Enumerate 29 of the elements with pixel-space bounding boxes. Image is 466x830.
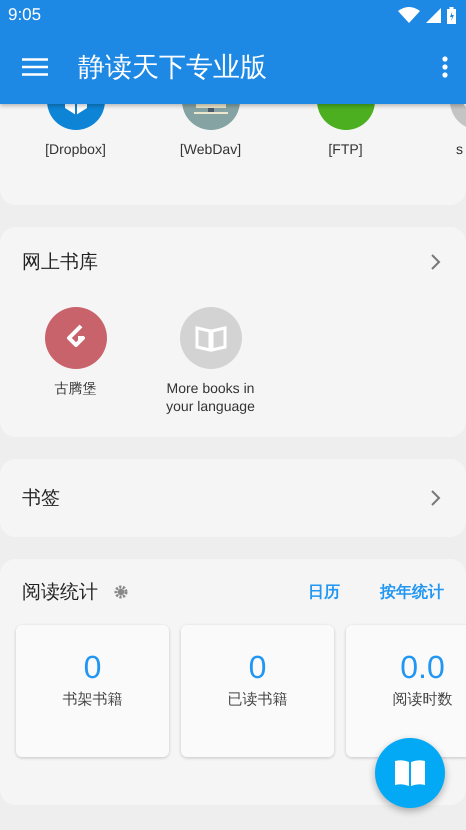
storage-label[interactable]: [FTP] [328,140,363,158]
library-label[interactable]: More books in your language [154,379,266,415]
signal-icon [426,8,441,22]
more-options-icon[interactable] [442,56,448,78]
book-icon [394,759,426,787]
stat-label: 阅读时数 [392,690,452,709]
section-title: 网上书库 [22,250,98,275]
stat-value: 0 [84,649,102,686]
bookmarks-card[interactable]: 书签 [0,459,466,537]
menu-icon[interactable] [22,58,48,76]
wifi-icon [398,7,420,23]
status-time: 9:05 [8,5,42,25]
storage-label[interactable]: [WebDav] [180,140,242,158]
stat-value: 0.0 [400,649,445,686]
chevron-right-icon[interactable] [430,489,442,507]
library-label[interactable]: 古腾堡 [54,379,96,397]
book-icon [180,307,242,369]
stat-label: 已读书籍 [228,690,288,709]
g-logo-icon [44,307,106,369]
chevron-right-icon[interactable] [430,253,442,271]
storage-label[interactable]: s [456,140,463,158]
settings-icon[interactable] [114,585,128,599]
stat-label: 书架书籍 [62,690,122,709]
section-title: 书签 [22,486,60,511]
battery-icon [447,6,456,24]
section-title: 阅读统计 [22,580,98,605]
storage-label[interactable]: [Dropbox] [45,140,106,158]
stat-value: 0 [248,649,266,686]
app-title: 静读天下专业版 [78,51,268,85]
